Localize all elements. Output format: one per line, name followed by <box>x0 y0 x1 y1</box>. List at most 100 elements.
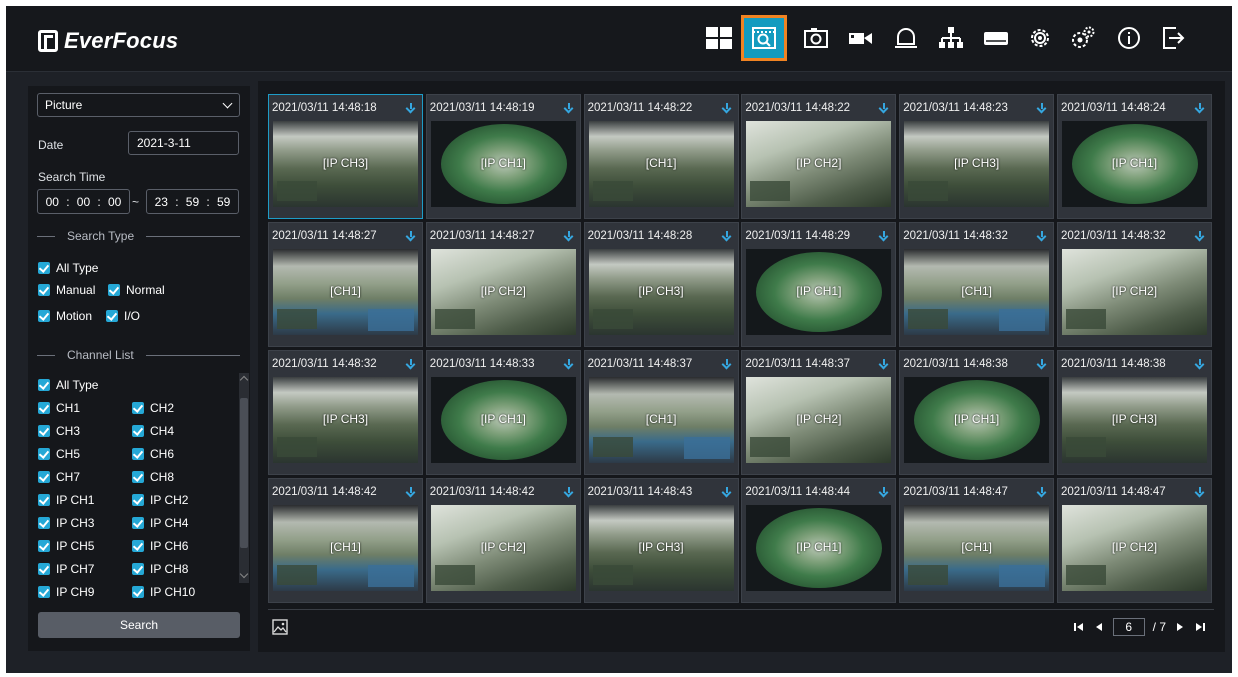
result-tile[interactable]: 2021/03/11 14:48:23 [IP CH3] <box>899 94 1055 219</box>
download-icon[interactable] <box>406 359 416 369</box>
nav-info[interactable] <box>1109 18 1149 58</box>
nav-alarm[interactable] <box>886 18 926 58</box>
result-tile[interactable]: 2021/03/11 14:48:29 [IP CH1] <box>741 222 897 347</box>
end-time-field[interactable]: 23 : 59 : 59 <box>146 189 239 214</box>
checkbox-channel[interactable]: CH2 <box>132 401 174 415</box>
result-tile[interactable]: 2021/03/11 14:48:32 [IP CH2] <box>1057 222 1212 347</box>
result-tile[interactable]: 2021/03/11 14:48:27 [IP CH2] <box>425 222 581 347</box>
checkbox-channel[interactable]: IP CH1 <box>38 493 94 507</box>
result-tile[interactable]: 2021/03/11 14:48:38 [IP CH3] <box>1057 350 1212 475</box>
date-field[interactable]: 2021-3-11 <box>128 131 239 155</box>
nav-logout[interactable] <box>1153 18 1193 58</box>
result-tile[interactable]: 2021/03/11 14:48:42 [IP CH2] <box>425 478 581 603</box>
prev-page-icon[interactable] <box>1093 621 1105 633</box>
download-icon[interactable] <box>1195 103 1205 113</box>
download-icon[interactable] <box>406 231 416 241</box>
snapshot-thumbnail[interactable]: [IP CH1] <box>1062 121 1207 207</box>
start-time-field[interactable]: 00 : 00 : 00 <box>37 189 130 214</box>
download-icon[interactable] <box>1037 231 1047 241</box>
start-second[interactable]: 00 <box>108 195 121 209</box>
download-icon[interactable] <box>722 487 732 497</box>
download-icon[interactable] <box>1037 359 1047 369</box>
download-icon[interactable] <box>564 231 574 241</box>
checkbox-channel[interactable]: CH6 <box>132 447 174 461</box>
checkbox-channel[interactable]: IP CH3 <box>38 516 94 530</box>
result-tile[interactable]: 2021/03/11 14:48:32 [CH1] <box>899 222 1055 347</box>
snapshot-thumbnail[interactable]: [IP CH1] <box>746 505 892 591</box>
scroll-down-icon[interactable] <box>239 569 249 579</box>
mode-select[interactable]: Picture <box>37 93 240 117</box>
end-hour[interactable]: 23 <box>155 195 168 209</box>
page-number-input[interactable]: 6 <box>1112 618 1145 636</box>
download-icon[interactable] <box>879 103 889 113</box>
download-icon[interactable] <box>1195 359 1205 369</box>
download-icon[interactable] <box>722 231 732 241</box>
result-tile[interactable]: 2021/03/11 14:48:19 [IP CH1] <box>425 94 581 219</box>
download-icon[interactable] <box>564 103 574 113</box>
nav-settings[interactable] <box>1020 18 1060 58</box>
result-tile[interactable]: 2021/03/11 14:48:42 [CH1] <box>268 478 423 603</box>
checkbox-channel[interactable]: CH8 <box>132 470 174 484</box>
snapshot-thumbnail[interactable]: [CH1] <box>273 505 418 591</box>
last-page-icon[interactable] <box>1194 621 1206 633</box>
result-tile[interactable]: 2021/03/11 14:48:47 [CH1] <box>899 478 1055 603</box>
download-icon[interactable] <box>879 231 889 241</box>
checkbox-search-type-normal[interactable]: Normal <box>108 283 165 297</box>
nav-live-view[interactable] <box>699 18 739 58</box>
checkbox-channel[interactable]: CH7 <box>38 470 80 484</box>
snapshot-thumbnail[interactable]: [CH1] <box>273 249 418 335</box>
result-tile[interactable]: 2021/03/11 14:48:28 [IP CH3] <box>583 222 739 347</box>
download-icon[interactable] <box>406 103 416 113</box>
checkbox-search-type-all[interactable]: All Type <box>38 261 98 275</box>
next-page-icon[interactable] <box>1174 621 1186 633</box>
result-tile[interactable]: 2021/03/11 14:48:38 [IP CH1] <box>899 350 1055 475</box>
snapshot-thumbnail[interactable]: [IP CH2] <box>430 505 576 591</box>
download-icon[interactable] <box>1037 487 1047 497</box>
checkbox-channel[interactable]: IP CH2 <box>132 493 188 507</box>
result-tile[interactable]: 2021/03/11 14:48:33 [IP CH1] <box>425 350 581 475</box>
download-icon[interactable] <box>722 103 732 113</box>
checkbox-search-type-io[interactable]: I/O <box>106 309 140 323</box>
checkbox-channel[interactable]: IP CH9 <box>38 585 94 599</box>
checkbox-channel[interactable]: IP CH7 <box>38 562 94 576</box>
download-icon[interactable] <box>1195 487 1205 497</box>
checkbox-channel[interactable]: CH5 <box>38 447 80 461</box>
snapshot-thumbnail[interactable]: [IP CH1] <box>746 249 892 335</box>
result-tile[interactable]: 2021/03/11 14:48:43 [IP CH3] <box>583 478 739 603</box>
result-tile[interactable]: 2021/03/11 14:48:37 [CH1] <box>583 350 739 475</box>
snapshot-thumbnail[interactable]: [IP CH3] <box>588 505 734 591</box>
snapshot-thumbnail[interactable]: [CH1] <box>588 121 734 207</box>
checkbox-search-type-motion[interactable]: Motion <box>38 309 92 323</box>
nav-storage[interactable] <box>976 18 1016 58</box>
checkbox-channel[interactable]: IP CH8 <box>132 562 188 576</box>
snapshot-thumbnail[interactable]: [CH1] <box>904 249 1050 335</box>
snapshot-thumbnail[interactable]: [CH1] <box>588 377 734 463</box>
checkbox-search-type-manual[interactable]: Manual <box>38 283 95 297</box>
download-icon[interactable] <box>1195 231 1205 241</box>
result-tile[interactable]: 2021/03/11 14:48:22 [IP CH2] <box>741 94 897 219</box>
picture-export-icon[interactable] <box>272 619 288 635</box>
snapshot-thumbnail[interactable]: [IP CH2] <box>1062 249 1207 335</box>
search-button[interactable]: Search <box>38 612 240 638</box>
snapshot-thumbnail[interactable]: [IP CH3] <box>273 377 418 463</box>
download-icon[interactable] <box>879 487 889 497</box>
download-icon[interactable] <box>722 359 732 369</box>
result-tile[interactable]: 2021/03/11 14:48:37 [IP CH2] <box>741 350 897 475</box>
channel-scrollbar[interactable] <box>239 373 249 583</box>
nav-advanced-settings[interactable] <box>1063 18 1103 58</box>
snapshot-thumbnail[interactable]: [IP CH3] <box>273 121 418 207</box>
snapshot-thumbnail[interactable]: [IP CH2] <box>430 249 576 335</box>
result-tile[interactable]: 2021/03/11 14:48:22 [CH1] <box>583 94 739 219</box>
first-page-icon[interactable] <box>1073 621 1085 633</box>
scroll-up-icon[interactable] <box>239 375 249 385</box>
start-minute[interactable]: 00 <box>77 195 90 209</box>
result-tile[interactable]: 2021/03/11 14:48:32 [IP CH3] <box>268 350 423 475</box>
checkbox-channel[interactable]: IP CH4 <box>132 516 188 530</box>
checkbox-channel[interactable]: CH4 <box>132 424 174 438</box>
snapshot-thumbnail[interactable]: [IP CH3] <box>904 121 1050 207</box>
nav-snapshot[interactable] <box>796 18 836 58</box>
checkbox-channels-all[interactable]: All Type <box>38 378 98 392</box>
checkbox-channel[interactable]: IP CH10 <box>132 585 195 599</box>
snapshot-thumbnail[interactable]: [IP CH1] <box>430 377 576 463</box>
end-minute[interactable]: 59 <box>186 195 199 209</box>
